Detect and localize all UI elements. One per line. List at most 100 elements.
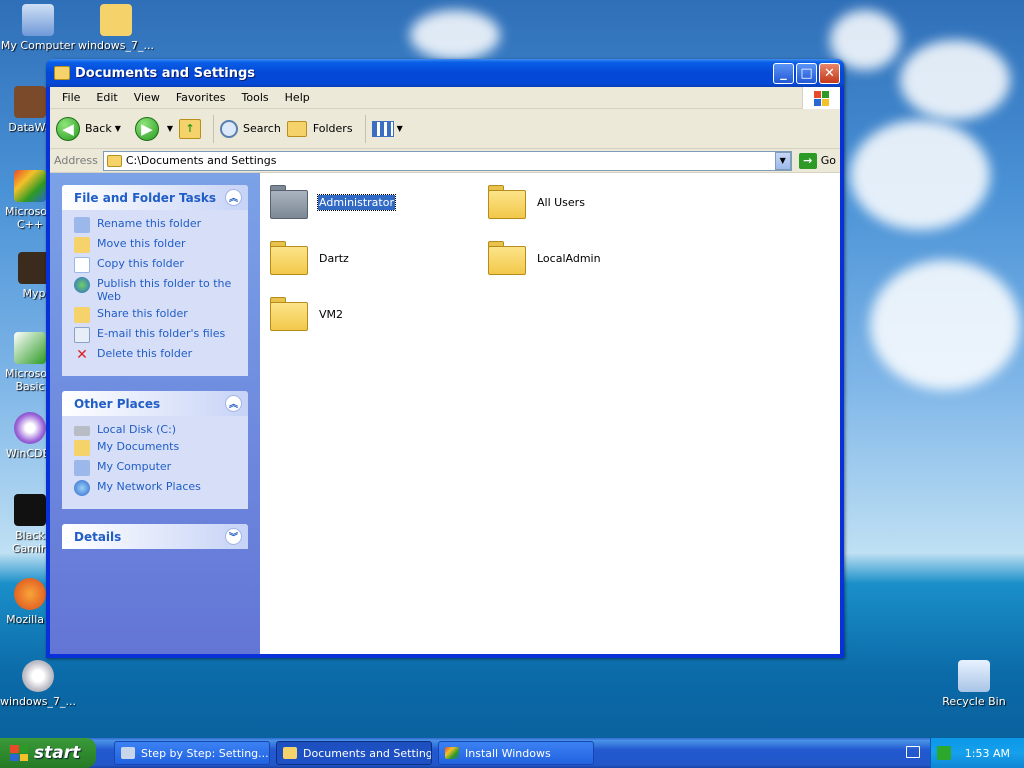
up-folder-button[interactable]: ↑	[179, 118, 202, 139]
taskbar-button[interactable]: Step by Step: Setting...	[114, 741, 270, 765]
window-title: Documents and Settings	[75, 65, 256, 81]
place-network[interactable]: My Network Places	[74, 480, 238, 496]
clock[interactable]: 1:53 AM	[965, 747, 1010, 760]
folder-view: Administrator All Users Dartz LocalAdmin…	[260, 173, 840, 654]
folder-item[interactable]: LocalAdmin	[488, 241, 602, 275]
panel-title: Details	[74, 529, 122, 544]
task-rename-folder[interactable]: Rename this folder	[74, 217, 238, 233]
address-value: C:\Documents and Settings	[125, 154, 277, 167]
task-share-folder[interactable]: Share this folder	[74, 307, 238, 323]
desktop-icon-windows7-folder[interactable]: windows_7_...	[78, 4, 154, 52]
go-arrow-icon: →	[798, 152, 817, 169]
folders-icon	[286, 120, 307, 137]
place-label: My Documents	[97, 440, 180, 453]
views-button[interactable]: ▼	[371, 120, 403, 137]
menu-file[interactable]: File	[54, 91, 88, 104]
desktop-icon-recycle-bin[interactable]: Recycle Bin	[936, 660, 1012, 708]
chevron-down-icon[interactable]: ︾	[225, 528, 242, 545]
taskbar-button-label: Documents and Settings	[303, 746, 432, 760]
desktop-icon-label: My Computer	[0, 39, 76, 52]
other-places-panel: Other Places ︽ Local Disk (C:) My Docume…	[62, 391, 248, 509]
folder-icon	[54, 66, 70, 80]
folder-icon	[106, 154, 122, 167]
taskbar-button[interactable]: Install Windows	[438, 741, 594, 765]
documents-icon	[74, 440, 90, 456]
visual-basic-icon	[14, 332, 46, 364]
panel-title: Other Places	[74, 396, 161, 411]
folder-item[interactable]: VM2	[270, 297, 344, 331]
folder-item[interactable]: Administrator	[270, 185, 396, 219]
title-bar[interactable]: Documents and Settings _ □ ✕	[46, 59, 844, 87]
menu-edit[interactable]: Edit	[88, 91, 125, 104]
place-label: Local Disk (C:)	[97, 423, 177, 436]
panel-header[interactable]: File and Folder Tasks ︽	[62, 185, 248, 210]
folder-name: Administrator	[317, 193, 396, 211]
chevron-down-icon[interactable]: ▼	[167, 124, 173, 133]
desktop-icon-label: windows_7_...	[0, 695, 76, 708]
folders-button[interactable]: Folders	[286, 120, 353, 137]
taskbar-button-label: Install Windows	[465, 746, 551, 760]
folder-icon	[488, 185, 526, 219]
place-label: My Computer	[97, 460, 172, 473]
place-my-computer[interactable]: My Computer	[74, 460, 238, 476]
task-email-files[interactable]: E-mail this folder's files	[74, 327, 238, 343]
start-button[interactable]: start	[0, 738, 96, 768]
folder-name: Dartz	[319, 251, 349, 265]
email-icon	[74, 327, 90, 343]
search-label: Search	[243, 122, 281, 135]
forward-button[interactable]: ▶ ▼	[127, 116, 173, 141]
task-label: Rename this folder	[97, 217, 202, 230]
folder-item[interactable]: All Users	[488, 185, 586, 219]
folders-label: Folders	[312, 122, 353, 135]
chevron-up-icon[interactable]: ︽	[225, 395, 242, 412]
task-label: Move this folder	[97, 237, 186, 250]
desktop-icon-label: Recycle Bin	[942, 695, 1006, 708]
menu-view[interactable]: View	[126, 91, 168, 104]
windows-logo-icon	[802, 87, 840, 109]
folder-icon	[270, 185, 308, 219]
up-folder-icon: ↑	[179, 118, 202, 139]
close-button[interactable]: ✕	[819, 62, 840, 84]
address-input[interactable]: C:\Documents and Settings	[102, 150, 792, 171]
computer-icon	[22, 4, 54, 36]
views-icon	[371, 120, 394, 137]
keyboard-icon[interactable]	[906, 746, 920, 758]
menu-tools[interactable]: Tools	[234, 91, 277, 104]
desktop-icon-windows7-disc[interactable]: windows_7_...	[0, 660, 76, 708]
panel-header[interactable]: Other Places ︽	[62, 391, 248, 416]
place-local-disk[interactable]: Local Disk (C:)	[74, 423, 238, 436]
toolbar: ◀ Back ▼ ▶ ▼ ↑ Search Folders ▼	[50, 109, 840, 149]
menu-favorites[interactable]: Favorites	[168, 91, 234, 104]
desktop-icon-my-computer[interactable]: My Computer	[0, 4, 76, 52]
go-label: Go	[820, 154, 836, 167]
folder-item[interactable]: Dartz	[270, 241, 350, 275]
toolbar-separator	[364, 114, 366, 143]
task-copy-folder[interactable]: Copy this folder	[74, 257, 238, 273]
game-icon	[14, 494, 46, 526]
menu-help[interactable]: Help	[277, 91, 318, 104]
taskbar-button[interactable]: Documents and Settings	[276, 741, 432, 765]
back-button[interactable]: ◀ Back ▼	[56, 116, 121, 141]
chevron-down-icon[interactable]: ▼	[397, 124, 403, 133]
panel-title: File and Folder Tasks	[74, 190, 217, 205]
network-tray-icon[interactable]	[936, 746, 951, 760]
chevron-up-icon[interactable]: ︽	[225, 189, 242, 206]
address-dropdown-button[interactable]: ▼	[774, 151, 791, 170]
folder-name: VM2	[319, 307, 344, 321]
go-button[interactable]: → Go	[798, 152, 836, 169]
explorer-window: Documents and Settings _ □ ✕ File Edit V…	[46, 59, 844, 658]
place-my-documents[interactable]: My Documents	[74, 440, 238, 456]
panel-header[interactable]: Details ︾	[62, 524, 248, 549]
search-button[interactable]: Search	[220, 119, 281, 138]
minimize-button[interactable]: _	[773, 62, 794, 84]
task-move-folder[interactable]: Move this folder	[74, 237, 238, 253]
address-label: Address	[54, 154, 98, 167]
maximize-button[interactable]: □	[796, 62, 817, 84]
task-delete-folder[interactable]: ✕ Delete this folder	[74, 347, 238, 363]
chevron-down-icon[interactable]: ▼	[115, 124, 121, 133]
task-publish-web[interactable]: Publish this folder to the Web	[74, 277, 238, 303]
move-folder-icon	[74, 237, 90, 253]
taskbar-button-label: Step by Step: Setting...	[141, 746, 269, 760]
visual-cpp-icon	[14, 170, 46, 202]
folder-icon	[488, 241, 526, 275]
